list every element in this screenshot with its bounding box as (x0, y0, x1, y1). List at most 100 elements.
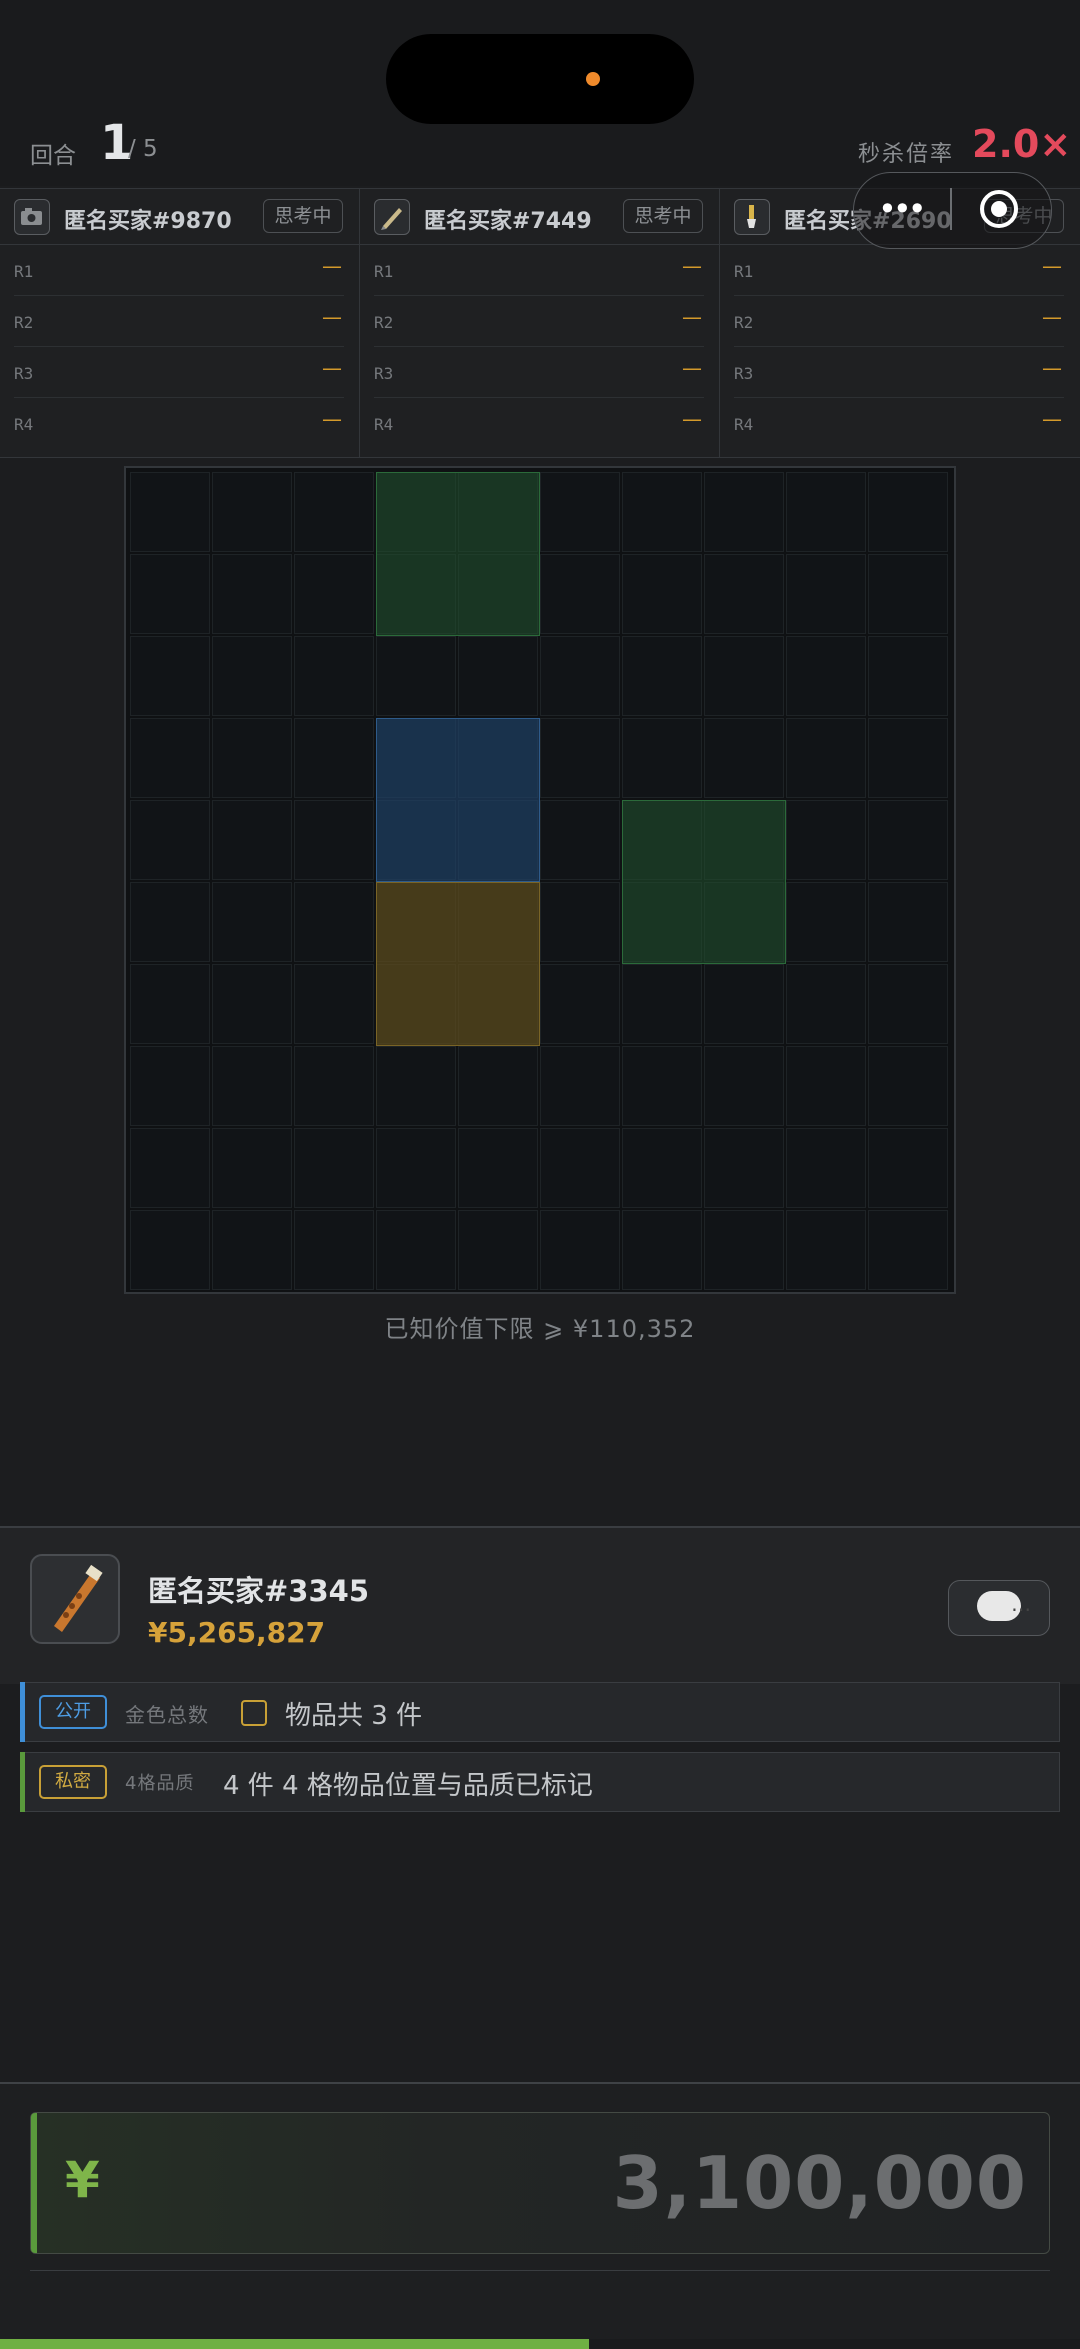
grid-cell (130, 1046, 210, 1126)
round-row: R2 — (374, 295, 704, 347)
grid-item-green (622, 800, 786, 964)
grid-cell (786, 554, 866, 634)
grid-cell (704, 1046, 784, 1126)
grid-cell (212, 718, 292, 798)
round-row: R1 — (374, 244, 704, 296)
bid-amount: 3,100,000 (612, 2141, 1027, 2225)
round-row-value: — (682, 356, 702, 380)
grid-cell (294, 636, 374, 716)
grid-cell (622, 964, 702, 1044)
grid-item-green (376, 472, 540, 636)
grid-cell (294, 554, 374, 634)
round-row: R4 — (374, 397, 704, 448)
grid-cell (868, 1210, 948, 1290)
buyer-header: 匿名买家#7449 思考中 (360, 189, 719, 245)
brush-icon (734, 199, 770, 235)
bid-input[interactable]: ¥ 3,100,000 (30, 2112, 1050, 2254)
round-row-value: — (682, 407, 702, 431)
grid-cell (786, 718, 866, 798)
grid-cell (540, 964, 620, 1044)
round-row-label: R3 (14, 364, 34, 383)
grid-cell (212, 882, 292, 962)
grid-cell (458, 1128, 538, 1208)
flute-icon (30, 1554, 120, 1644)
grid-cell (130, 1128, 210, 1208)
buyer-status-badge: 思考中 (623, 199, 703, 233)
grid-cell (540, 718, 620, 798)
round-row-value: — (322, 254, 342, 278)
grid-cell (868, 882, 948, 962)
dynamic-island (386, 34, 694, 124)
grid-cell (622, 554, 702, 634)
grid-cell (540, 636, 620, 716)
target-icon[interactable] (980, 190, 1018, 228)
rate-value: 2.0× (972, 122, 1072, 166)
grid-cell (704, 964, 784, 1044)
round-row: R3 — (374, 346, 704, 398)
buyer-status-badge: 思考中 (263, 199, 343, 233)
more-options-icon[interactable]: ••• (878, 190, 927, 228)
grid-cell (786, 472, 866, 552)
grid-cell (458, 1210, 538, 1290)
self-buyer-money: ¥5,265,827 (148, 1616, 326, 1649)
grid-cell (294, 964, 374, 1044)
grid-cell (786, 882, 866, 962)
grid-cell (868, 800, 948, 880)
public-tag: 公开 (39, 1695, 107, 1729)
grid-cell (130, 472, 210, 552)
grid-cell (786, 1046, 866, 1126)
currency-symbol: ¥ (65, 2151, 100, 2209)
rate-label: 秒杀倍率 (858, 142, 955, 167)
grid-cell (212, 1210, 292, 1290)
round-row-value: — (1042, 305, 1062, 329)
round-row: R1 — (734, 244, 1064, 296)
round-row-value: — (682, 305, 702, 329)
grid-cell (704, 554, 784, 634)
grid-cell (212, 1046, 292, 1126)
grid-cell (212, 964, 292, 1044)
buyer-column: 匿名买家#7449 思考中 R1 — R2 — R3 — R4 — (360, 189, 720, 457)
grid-cell (376, 636, 456, 716)
grid-cell (294, 472, 374, 552)
round-row-value: — (682, 254, 702, 278)
round-row-value: — (1042, 407, 1062, 431)
clue-text: 4 件 4 格物品位置与品质已标记 (223, 1771, 593, 1801)
grid-cell (622, 718, 702, 798)
warehouse-grid (130, 472, 950, 1292)
grid-cell (294, 1128, 374, 1208)
grid-cell (130, 718, 210, 798)
grid-cell (130, 800, 210, 880)
grid-cell (786, 1128, 866, 1208)
round-row-value: — (322, 407, 342, 431)
grid-cell (868, 718, 948, 798)
round-row-label: R1 (14, 262, 34, 281)
round-row-label: R3 (374, 364, 394, 383)
camera-icon (14, 199, 50, 235)
grid-cell (868, 554, 948, 634)
grid-item-blue (376, 718, 540, 882)
self-buyer-panel: 匿名买家#3345 ¥5,265,827 ⋯ (0, 1526, 1080, 1684)
chat-button[interactable]: ⋯ (948, 1580, 1050, 1636)
buyer-header: 匿名买家#9870 思考中 (0, 189, 359, 245)
grid-cell (376, 1128, 456, 1208)
buyer-column: 匿名买家#9870 思考中 R1 — R2 — R3 — R4 — (0, 189, 360, 457)
grid-cell (376, 1210, 456, 1290)
buyer-name: 匿名买家#9870 (64, 209, 232, 234)
grid-cell (540, 554, 620, 634)
grid-cell (130, 1210, 210, 1290)
grid-cell (704, 636, 784, 716)
grid-cell (540, 472, 620, 552)
grid-cell (212, 636, 292, 716)
grid-cell (294, 800, 374, 880)
grid-cell (868, 964, 948, 1044)
clue-row-private: 私密 4格品质 4 件 4 格物品位置与品质已标记 (20, 1752, 1060, 1812)
warehouse-grid-frame (124, 466, 956, 1294)
round-row-value: — (322, 356, 342, 380)
grid-cell (212, 1128, 292, 1208)
pen-icon (374, 199, 410, 235)
grid-cell (622, 1210, 702, 1290)
round-row-label: R2 (374, 313, 394, 332)
grid-cell (786, 800, 866, 880)
round-row-label: R3 (734, 364, 754, 383)
round-row-label: R1 (374, 262, 394, 281)
